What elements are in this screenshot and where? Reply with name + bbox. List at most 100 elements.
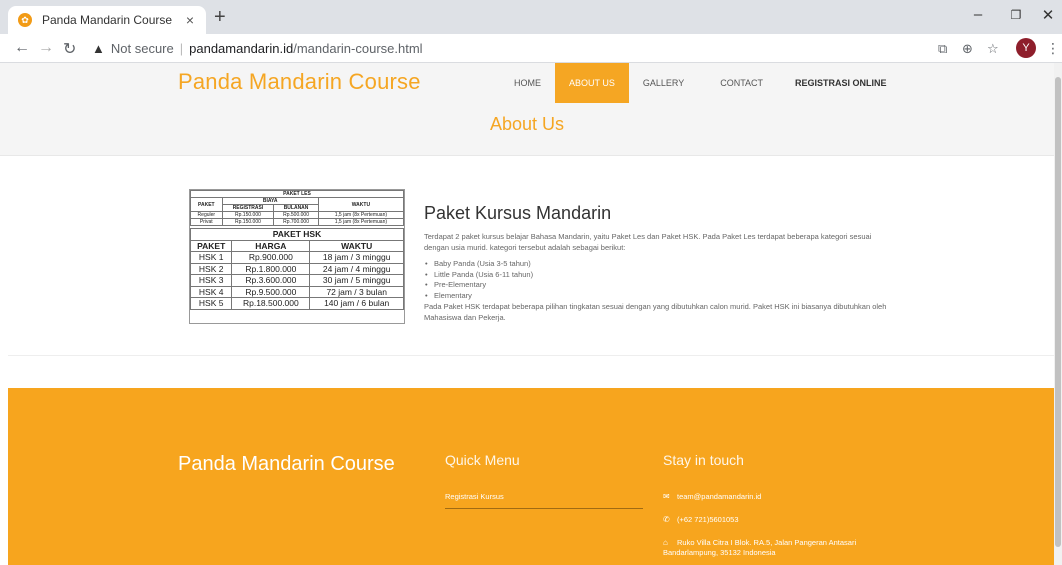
registrasi-kursus-link[interactable]: Registrasi Kursus [445,492,643,509]
profile-avatar[interactable]: Y [1016,38,1036,58]
table-cell: Rp.150.000 [221,211,275,219]
table-cell: 24 jam / 4 minggu [309,262,404,275]
hsk-header-paket: PAKET [189,239,233,252]
table-cell: Rp.18.500.000 [231,297,311,310]
nav-gallery[interactable]: GALLERY [629,63,698,103]
address-text: Ruko Villa Citra I Blok. RA.5, Jalan Pan… [663,538,857,557]
footer-phone: ✆ (+62 721)5601053 [663,515,739,525]
nav-about-us[interactable]: ABOUT US [555,63,629,103]
bookmark-star-icon[interactable]: ☆ [987,41,999,57]
table-cell: 30 jam / 5 minggu [309,274,404,287]
table-cell: Rp.1.800.000 [231,262,311,275]
stay-in-touch-title: Stay in touch [663,452,744,468]
list-item: Baby Panda (Usia 3-5 tahun) [424,259,894,270]
les-header-biaya: BIAYA [221,197,319,205]
minimize-icon[interactable]: – [968,6,988,23]
translate-icon[interactable]: ⧉ [938,41,947,57]
table-row: HSK 1 Rp.900.000 18 jam / 3 minggu [189,251,404,264]
paket-hsk-table: PAKET HSK PAKET HARGA WAKTU HSK 1 Rp.900.… [189,228,404,310]
page-viewport: Panda Mandarin Course HOME ABOUT US GALL… [0,63,1054,565]
nav-home[interactable]: HOME [500,63,555,103]
browser-toolbar: ← → ↻ ▲ Not secure | pandamandarin.id/ma… [0,34,1062,63]
restore-icon[interactable]: ❐ [1006,8,1026,22]
url-host[interactable]: pandamandarin.id [189,41,293,56]
table-row: HSK 5 Rp.18.500.000 140 jam / 6 bulan [189,297,404,310]
table-cell: Rp.700.000 [273,218,319,226]
zoom-icon[interactable]: ⊕ [962,41,973,57]
price-table-image: PAKET LES PAKET BIAYA WAKTU REGISTRASI B… [189,189,405,324]
table-row: HSK 3 Rp.3.600.000 30 jam / 5 minggu [189,274,404,287]
list-item: Little Panda (Usia 6-11 tahun) [424,270,894,281]
table-row: HSK 2 Rp.1.800.000 24 jam / 4 minggu [189,262,404,275]
table-cell: HSK 2 [189,262,233,275]
footer-address: ⌂ Ruko Villa Citra I Blok. RA.5, Jalan Pa… [663,538,903,558]
table-row: Privat Rp.150.000 Rp.700.000 1,5 jam (8x… [190,218,405,226]
table-cell: 18 jam / 3 minggu [309,251,404,264]
browser-tab[interactable]: ✿ Panda Mandarin Course × [8,6,206,34]
page-scrollbar[interactable] [1054,63,1062,565]
back-arrow-icon[interactable]: ← [14,39,30,57]
table-cell: HSK 4 [189,285,233,298]
scrollbar-thumb[interactable] [1055,77,1061,547]
table-cell: HSK 1 [189,251,233,264]
table-cell: 140 jam / 6 bulan [309,297,404,310]
home-icon: ⌂ [663,538,668,547]
reload-icon[interactable]: ↻ [63,39,76,59]
nav-contact[interactable]: CONTACT [698,63,785,103]
table-cell: Rp.900.000 [231,251,311,264]
paket-les-table: PAKET LES PAKET BIAYA WAKTU REGISTRASI B… [190,190,405,226]
footer-brand: Panda Mandarin Course [178,453,395,475]
les-header-paket: PAKET [190,197,223,212]
table-row: Reguler Rp.150.000 Rp.500.000 1,5 jam (8… [190,211,405,219]
hsk-header-harga: HARGA [231,239,311,252]
tab-title: Panda Mandarin Course [42,13,173,27]
hsk-header-waktu: WAKTU [309,239,404,252]
category-list: Baby Panda (Usia 3-5 tahun) Little Panda… [424,259,894,301]
about-content: Paket Kursus Mandarin Terdapat 2 paket k… [424,203,894,323]
table-cell: HSK 3 [189,274,233,287]
content-heading: Paket Kursus Mandarin [424,203,612,223]
site-favicon-icon: ✿ [18,13,32,27]
table-cell: Reguler [190,211,223,219]
les-header-bulanan: BULANAN [273,204,319,212]
site-header: Panda Mandarin Course HOME ABOUT US GALL… [0,63,1054,103]
table-cell: 1,5 jam (8x Pertemuan) [317,211,405,219]
table-row: HSK 4 Rp.9.500.000 72 jam / 3 bulan [189,285,404,298]
email-text[interactable]: team@pandamandarin.id [677,492,761,501]
not-secure-label[interactable]: Not secure [111,41,174,56]
tab-close-icon[interactable]: × [182,12,198,28]
forward-arrow-icon[interactable]: → [38,39,54,57]
phone-icon: ✆ [663,515,670,524]
window-close-icon[interactable]: ✕ [1038,6,1058,24]
table-cell: 1,5 jam (8x Pertemuan) [317,218,405,226]
quick-menu-title: Quick Menu [445,452,520,468]
address-bar[interactable]: ▲ Not secure | pandamandarin.id/mandarin… [92,37,912,60]
page-title-band: About Us [0,103,1054,156]
les-header-waktu: WAKTU [317,197,405,212]
footer-email[interactable]: ✉ team@pandamandarin.id [663,492,761,502]
table-cell: HSK 5 [189,297,233,310]
main-nav: HOME ABOUT US GALLERY CONTACT REGISTRASI… [500,63,901,103]
list-item: Elementary [424,291,894,302]
address-separator: | [179,41,184,56]
url-path[interactable]: /mandarin-course.html [293,41,422,56]
content-outro: Pada Paket HSK terdapat beberapa pilihan… [424,302,887,322]
browser-tab-bar: ✿ Panda Mandarin Course × + – ❐ ✕ [0,0,1062,34]
table-cell: Privat [190,218,223,226]
les-title: PAKET LES [190,190,404,198]
browser-menu-icon[interactable]: ⋮ [1046,40,1060,57]
site-brand[interactable]: Panda Mandarin Course [178,69,421,95]
warning-triangle-icon[interactable]: ▲ [92,41,105,56]
table-cell: Rp.9.500.000 [231,285,311,298]
table-cell: Rp.500.000 [273,211,319,219]
les-header-registrasi: REGISTRASI [221,204,275,212]
page-title: About Us [489,114,565,134]
site-footer: Panda Mandarin Course Quick Menu Registr… [8,388,1054,565]
table-cell: Rp.3.600.000 [231,274,311,287]
new-tab-button[interactable]: + [214,7,226,27]
phone-text: (+62 721)5601053 [677,515,739,524]
nav-registrasi-online[interactable]: REGISTRASI ONLINE [785,63,901,103]
list-item: Pre-Elementary [424,280,894,291]
content-intro: Terdapat 2 paket kursus belajar Bahasa M… [424,232,872,252]
section-divider [8,355,1054,356]
